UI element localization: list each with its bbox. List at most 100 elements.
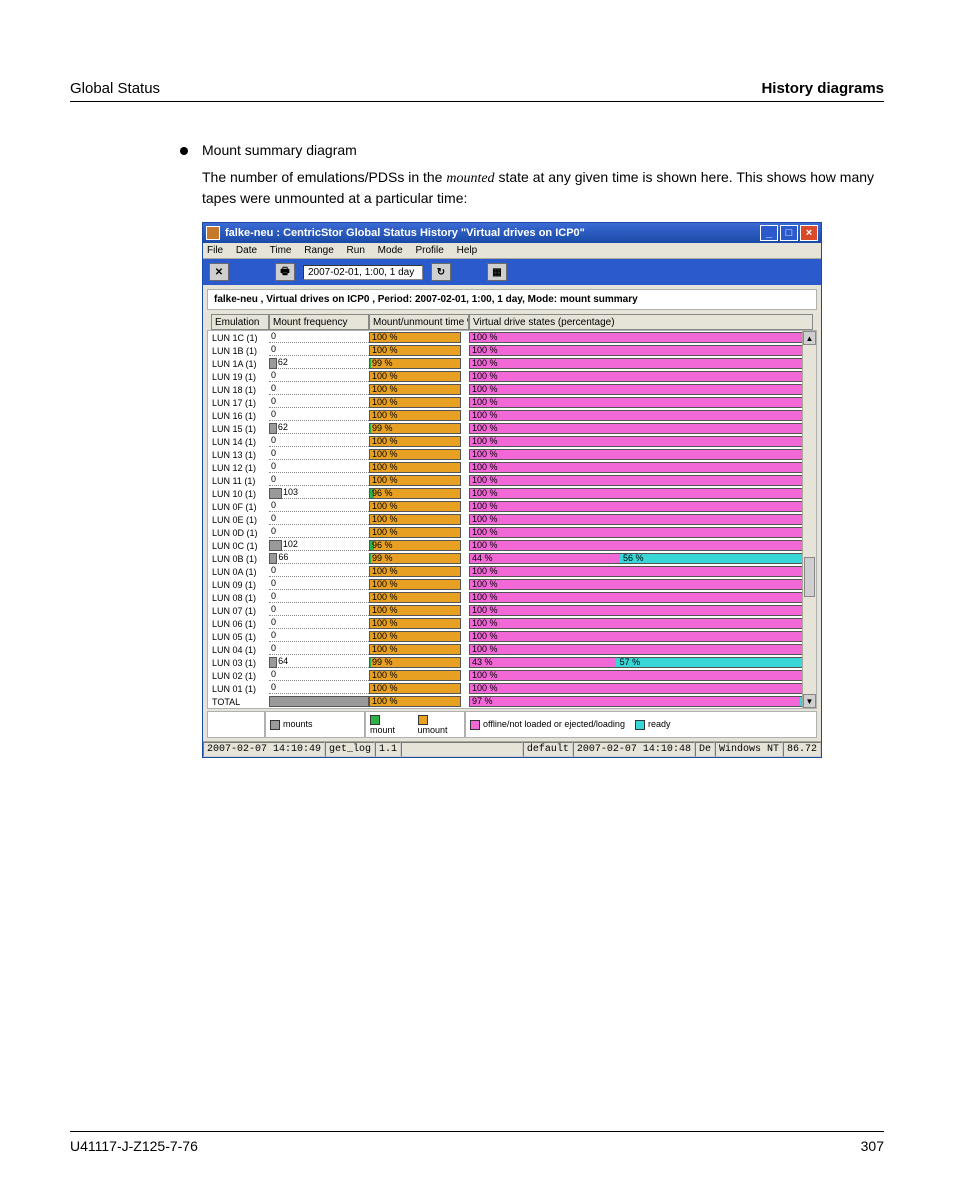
status-version: 1.1: [375, 742, 401, 757]
menu-range[interactable]: Range: [304, 245, 333, 256]
table-row: LUN 02 (1)0100 %100 %: [211, 669, 813, 682]
table-row: LUN 1B (1)0100 %100 %: [211, 344, 813, 357]
bullet-dot-icon: [180, 147, 188, 155]
emulation-label: LUN 07 (1): [211, 606, 269, 616]
mount-time-cell: 99 %: [369, 423, 469, 434]
scroll-up-icon[interactable]: ▲: [803, 331, 816, 345]
mount-frequency-cell: 0: [269, 579, 369, 590]
drive-state-cell: 100 %: [469, 462, 813, 473]
menu-mode[interactable]: Mode: [378, 245, 403, 256]
emulation-label: LUN 15 (1): [211, 424, 269, 434]
legend-ready-label: ready: [648, 719, 671, 729]
scroll-thumb[interactable]: [804, 557, 815, 597]
mount-frequency-cell: 102: [269, 540, 369, 551]
toolbar: ✕ 🖶 2007-02-01, 1:00, 1 day ↻ ▦: [203, 259, 821, 285]
para-text-a: The number of emulations/PDSs in the: [202, 169, 446, 185]
emulation-label: LUN 02 (1): [211, 671, 269, 681]
intro-paragraph: The number of emulations/PDSs in the mou…: [202, 168, 884, 208]
drive-state-cell: 100 %: [469, 410, 813, 421]
mount-frequency-cell: 0: [269, 397, 369, 408]
menu-help[interactable]: Help: [457, 245, 478, 256]
scrollbar-vertical[interactable]: ▲ ▼: [802, 331, 816, 708]
status-getlog: get_log: [325, 742, 375, 757]
minimize-button[interactable]: _: [760, 225, 778, 241]
mount-time-cell: 100 %: [369, 332, 469, 343]
table-row: LUN 04 (1)0100 %100 %: [211, 643, 813, 656]
close-button[interactable]: ×: [800, 225, 818, 241]
toolbar-close-icon[interactable]: ✕: [209, 263, 229, 281]
drive-state-cell: 100 %: [469, 592, 813, 603]
menu-time[interactable]: Time: [270, 245, 292, 256]
header-rule: [70, 101, 884, 102]
emulation-label: LUN 05 (1): [211, 632, 269, 642]
emulation-label: LUN 18 (1): [211, 385, 269, 395]
table-row: LUN 0D (1)0100 %100 %: [211, 526, 813, 539]
toolbar-refresh-icon[interactable]: ↻: [431, 263, 451, 281]
mount-frequency-cell: 0: [269, 527, 369, 538]
emulation-label: LUN 0E (1): [211, 515, 269, 525]
table-row: LUN 13 (1)0100 %100 %: [211, 448, 813, 461]
mount-time-cell: 96 %: [369, 488, 469, 499]
emulation-label: LUN 0A (1): [211, 567, 269, 577]
emulation-label: LUN 13 (1): [211, 450, 269, 460]
legend-umount-swatch: [418, 715, 428, 725]
menu-file[interactable]: File: [207, 245, 223, 256]
drive-state-cell: 97 %3 %: [469, 696, 813, 707]
drive-state-cell: 100 %: [469, 384, 813, 395]
mount-frequency-cell: 0: [269, 514, 369, 525]
mount-time-cell: 100 %: [369, 592, 469, 603]
mount-time-cell: 100 %: [369, 631, 469, 642]
para-text-italic: mounted: [446, 171, 494, 186]
col-mount-unmount-time[interactable]: Mount/unmount time %: [369, 314, 469, 330]
header-left: Global Status: [70, 80, 160, 97]
emulation-label: LUN 1B (1): [211, 346, 269, 356]
grid-body: LUN 1C (1)0100 %100 %LUN 1B (1)0100 %100…: [207, 330, 817, 709]
toolbar-grid-icon[interactable]: ▦: [487, 263, 507, 281]
col-emulation[interactable]: Emulation: [211, 314, 269, 330]
table-row: LUN 0E (1)0100 %100 %: [211, 513, 813, 526]
emulation-label: LUN 0B (1): [211, 554, 269, 564]
mount-time-cell: 99 %: [369, 657, 469, 668]
mount-time-cell: 100 %: [369, 670, 469, 681]
drive-state-cell: 100 %: [469, 683, 813, 694]
summary-line: falke-neu , Virtual drives on ICP0 , Per…: [207, 289, 817, 310]
drive-state-cell: 100 %: [469, 527, 813, 538]
emulation-label: LUN 04 (1): [211, 645, 269, 655]
scroll-down-icon[interactable]: ▼: [803, 694, 816, 708]
maximize-button[interactable]: □: [780, 225, 798, 241]
menu-run[interactable]: Run: [347, 245, 365, 256]
app-icon: [206, 226, 220, 240]
mount-frequency-cell: 0: [269, 371, 369, 382]
emulation-label: LUN 03 (1): [211, 658, 269, 668]
legend-offline-swatch: [470, 720, 480, 730]
menu-profile[interactable]: Profile: [415, 245, 443, 256]
mount-frequency-cell: 0: [269, 501, 369, 512]
mount-time-cell: 100 %: [369, 579, 469, 590]
col-mount-frequency[interactable]: Mount frequency: [269, 314, 369, 330]
drive-state-cell: 100 %: [469, 449, 813, 460]
drive-state-cell: 100 %: [469, 436, 813, 447]
status-number: 86.72: [783, 742, 821, 757]
titlebar[interactable]: falke-neu : CentricStor Global Status Hi…: [203, 223, 821, 243]
drive-state-cell: 100 %: [469, 358, 813, 369]
mount-frequency-cell: 0: [269, 670, 369, 681]
menu-date[interactable]: Date: [236, 245, 257, 256]
drive-state-cell: 100 %: [469, 423, 813, 434]
table-row: LUN 0B (1)6699 %44 %56 %: [211, 552, 813, 565]
table-row: LUN 18 (1)0100 %100 %: [211, 383, 813, 396]
col-virtual-drive-states[interactable]: Virtual drive states (percentage): [469, 314, 813, 330]
footer-doc-id: U41117-J-Z125-7-76: [70, 1138, 198, 1154]
emulation-label: LUN 0C (1): [211, 541, 269, 551]
mount-time-cell: 100 %: [369, 527, 469, 538]
emulation-label: LUN 11 (1): [211, 476, 269, 486]
table-row: LUN 1C (1)0100 %100 %: [211, 331, 813, 344]
emulation-label: LUN 06 (1): [211, 619, 269, 629]
mount-frequency-cell: 0: [269, 566, 369, 577]
toolbar-date-field[interactable]: 2007-02-01, 1:00, 1 day: [303, 265, 423, 280]
toolbar-print-icon[interactable]: 🖶: [275, 263, 295, 281]
mount-time-cell: 100 %: [369, 644, 469, 655]
emulation-label: LUN 0F (1): [211, 502, 269, 512]
table-row: LUN 19 (1)0100 %100 %: [211, 370, 813, 383]
legend-umount-label: umount: [418, 725, 448, 735]
emulation-label: TOTAL: [211, 697, 269, 707]
